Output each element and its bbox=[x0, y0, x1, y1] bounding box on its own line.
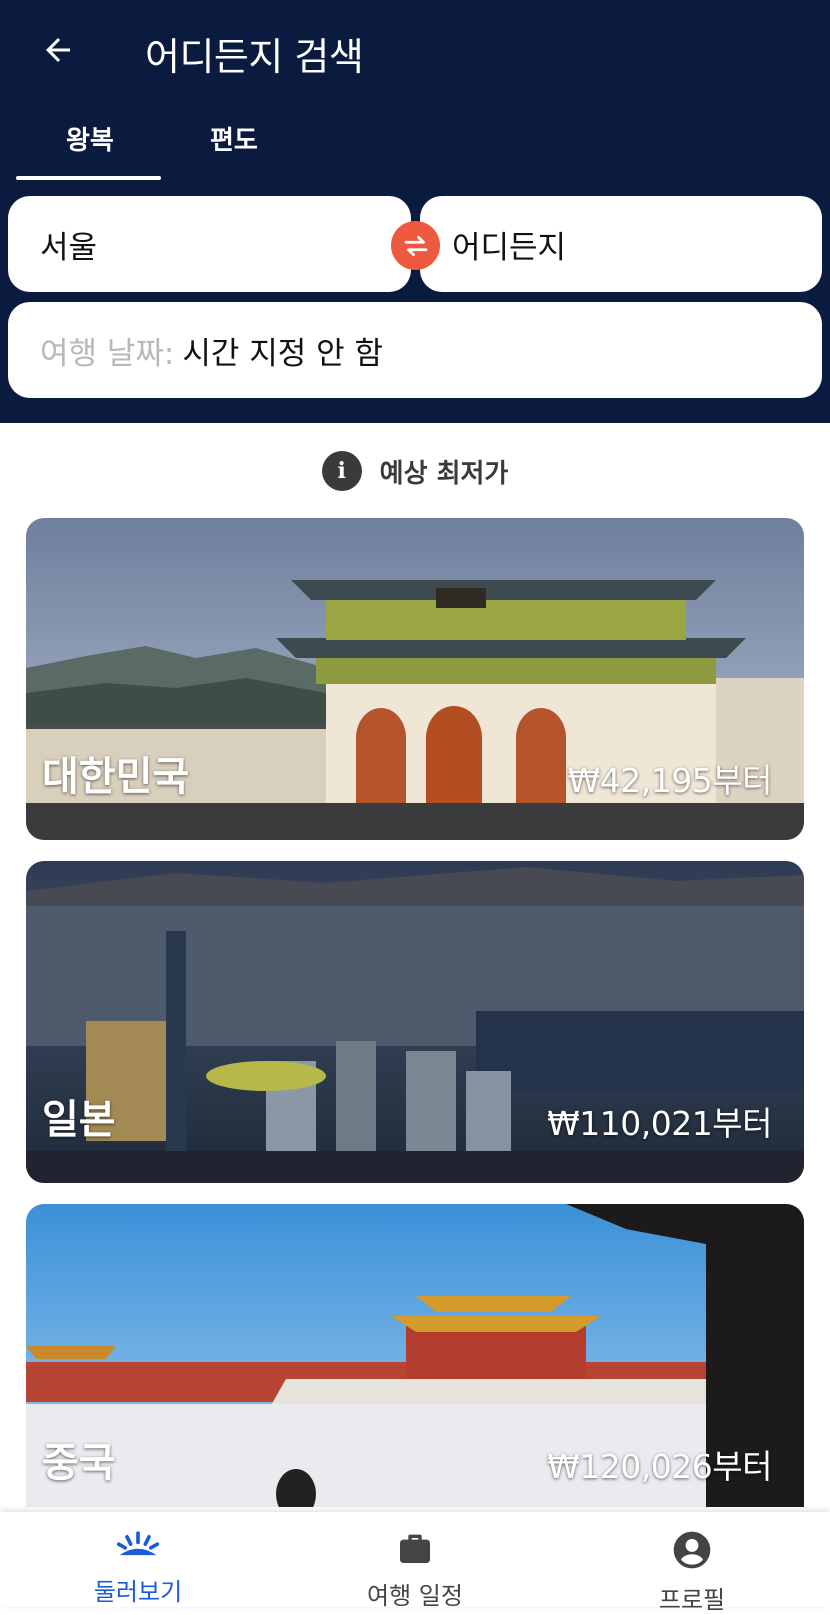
briefcase-icon bbox=[393, 1528, 437, 1568]
destination-field[interactable]: 어디든지 bbox=[420, 196, 822, 292]
nav-trips[interactable]: 여행 일정 bbox=[277, 1512, 553, 1610]
nav-profile-label: 프로필 bbox=[658, 1586, 726, 1614]
destination-card-china[interactable]: 중국 ₩120,026부터 bbox=[26, 1204, 804, 1507]
travel-date-value: 시간 지정 안 함 bbox=[182, 335, 384, 372]
destination-name: 일본 bbox=[42, 1097, 116, 1143]
destination-price: ₩120,026부터 bbox=[547, 1447, 772, 1486]
tab-roundtrip[interactable]: 왕복 bbox=[66, 120, 114, 157]
origin-field[interactable]: 서울 bbox=[8, 196, 411, 292]
travel-date-label: 여행 날짜: bbox=[40, 335, 175, 372]
back-button[interactable] bbox=[30, 22, 86, 78]
nav-trips-label: 여행 일정 bbox=[367, 1582, 463, 1610]
destination-name: 대한민국 bbox=[42, 754, 190, 800]
account-circle-icon bbox=[670, 1528, 714, 1572]
tab-oneway[interactable]: 편도 bbox=[210, 120, 258, 157]
destination-card-japan[interactable]: 일본 ₩110,021부터 bbox=[26, 861, 804, 1183]
info-text: 예상 최저가 bbox=[379, 458, 509, 489]
origin-value: 서울 bbox=[40, 229, 98, 266]
destination-price: ₩42,195부터 bbox=[567, 761, 773, 800]
tab-selected-indicator bbox=[16, 176, 161, 180]
destination-price: ₩110,021부터 bbox=[547, 1104, 772, 1143]
destination-card-korea[interactable]: 대한민국 ₩42,195부터 bbox=[26, 518, 804, 840]
explore-sunrise-icon bbox=[116, 1528, 160, 1564]
nav-explore-label: 둘러보기 bbox=[93, 1578, 183, 1606]
page-title: 어디든지 검색 bbox=[145, 35, 364, 79]
bottom-navigation: 둘러보기 여행 일정 프로필 bbox=[0, 1512, 830, 1614]
search-header: 어디든지 검색 왕복 편도 서울 어디든지 여행 날짜: 시간 지정 안 함 bbox=[0, 0, 830, 423]
info-icon: i bbox=[321, 451, 362, 491]
travel-date-field[interactable]: 여행 날짜: 시간 지정 안 함 bbox=[8, 302, 822, 398]
swap-button[interactable] bbox=[391, 221, 440, 270]
estimated-lowest-price-info[interactable]: i 예상 최저가 bbox=[0, 446, 830, 496]
destination-name: 중국 bbox=[42, 1440, 116, 1486]
destination-value: 어디든지 bbox=[452, 229, 567, 266]
swap-arrows-icon bbox=[404, 235, 427, 256]
arrow-left-icon bbox=[46, 38, 70, 62]
nav-profile[interactable]: 프로필 bbox=[554, 1512, 830, 1614]
nav-explore[interactable]: 둘러보기 bbox=[0, 1512, 276, 1607]
